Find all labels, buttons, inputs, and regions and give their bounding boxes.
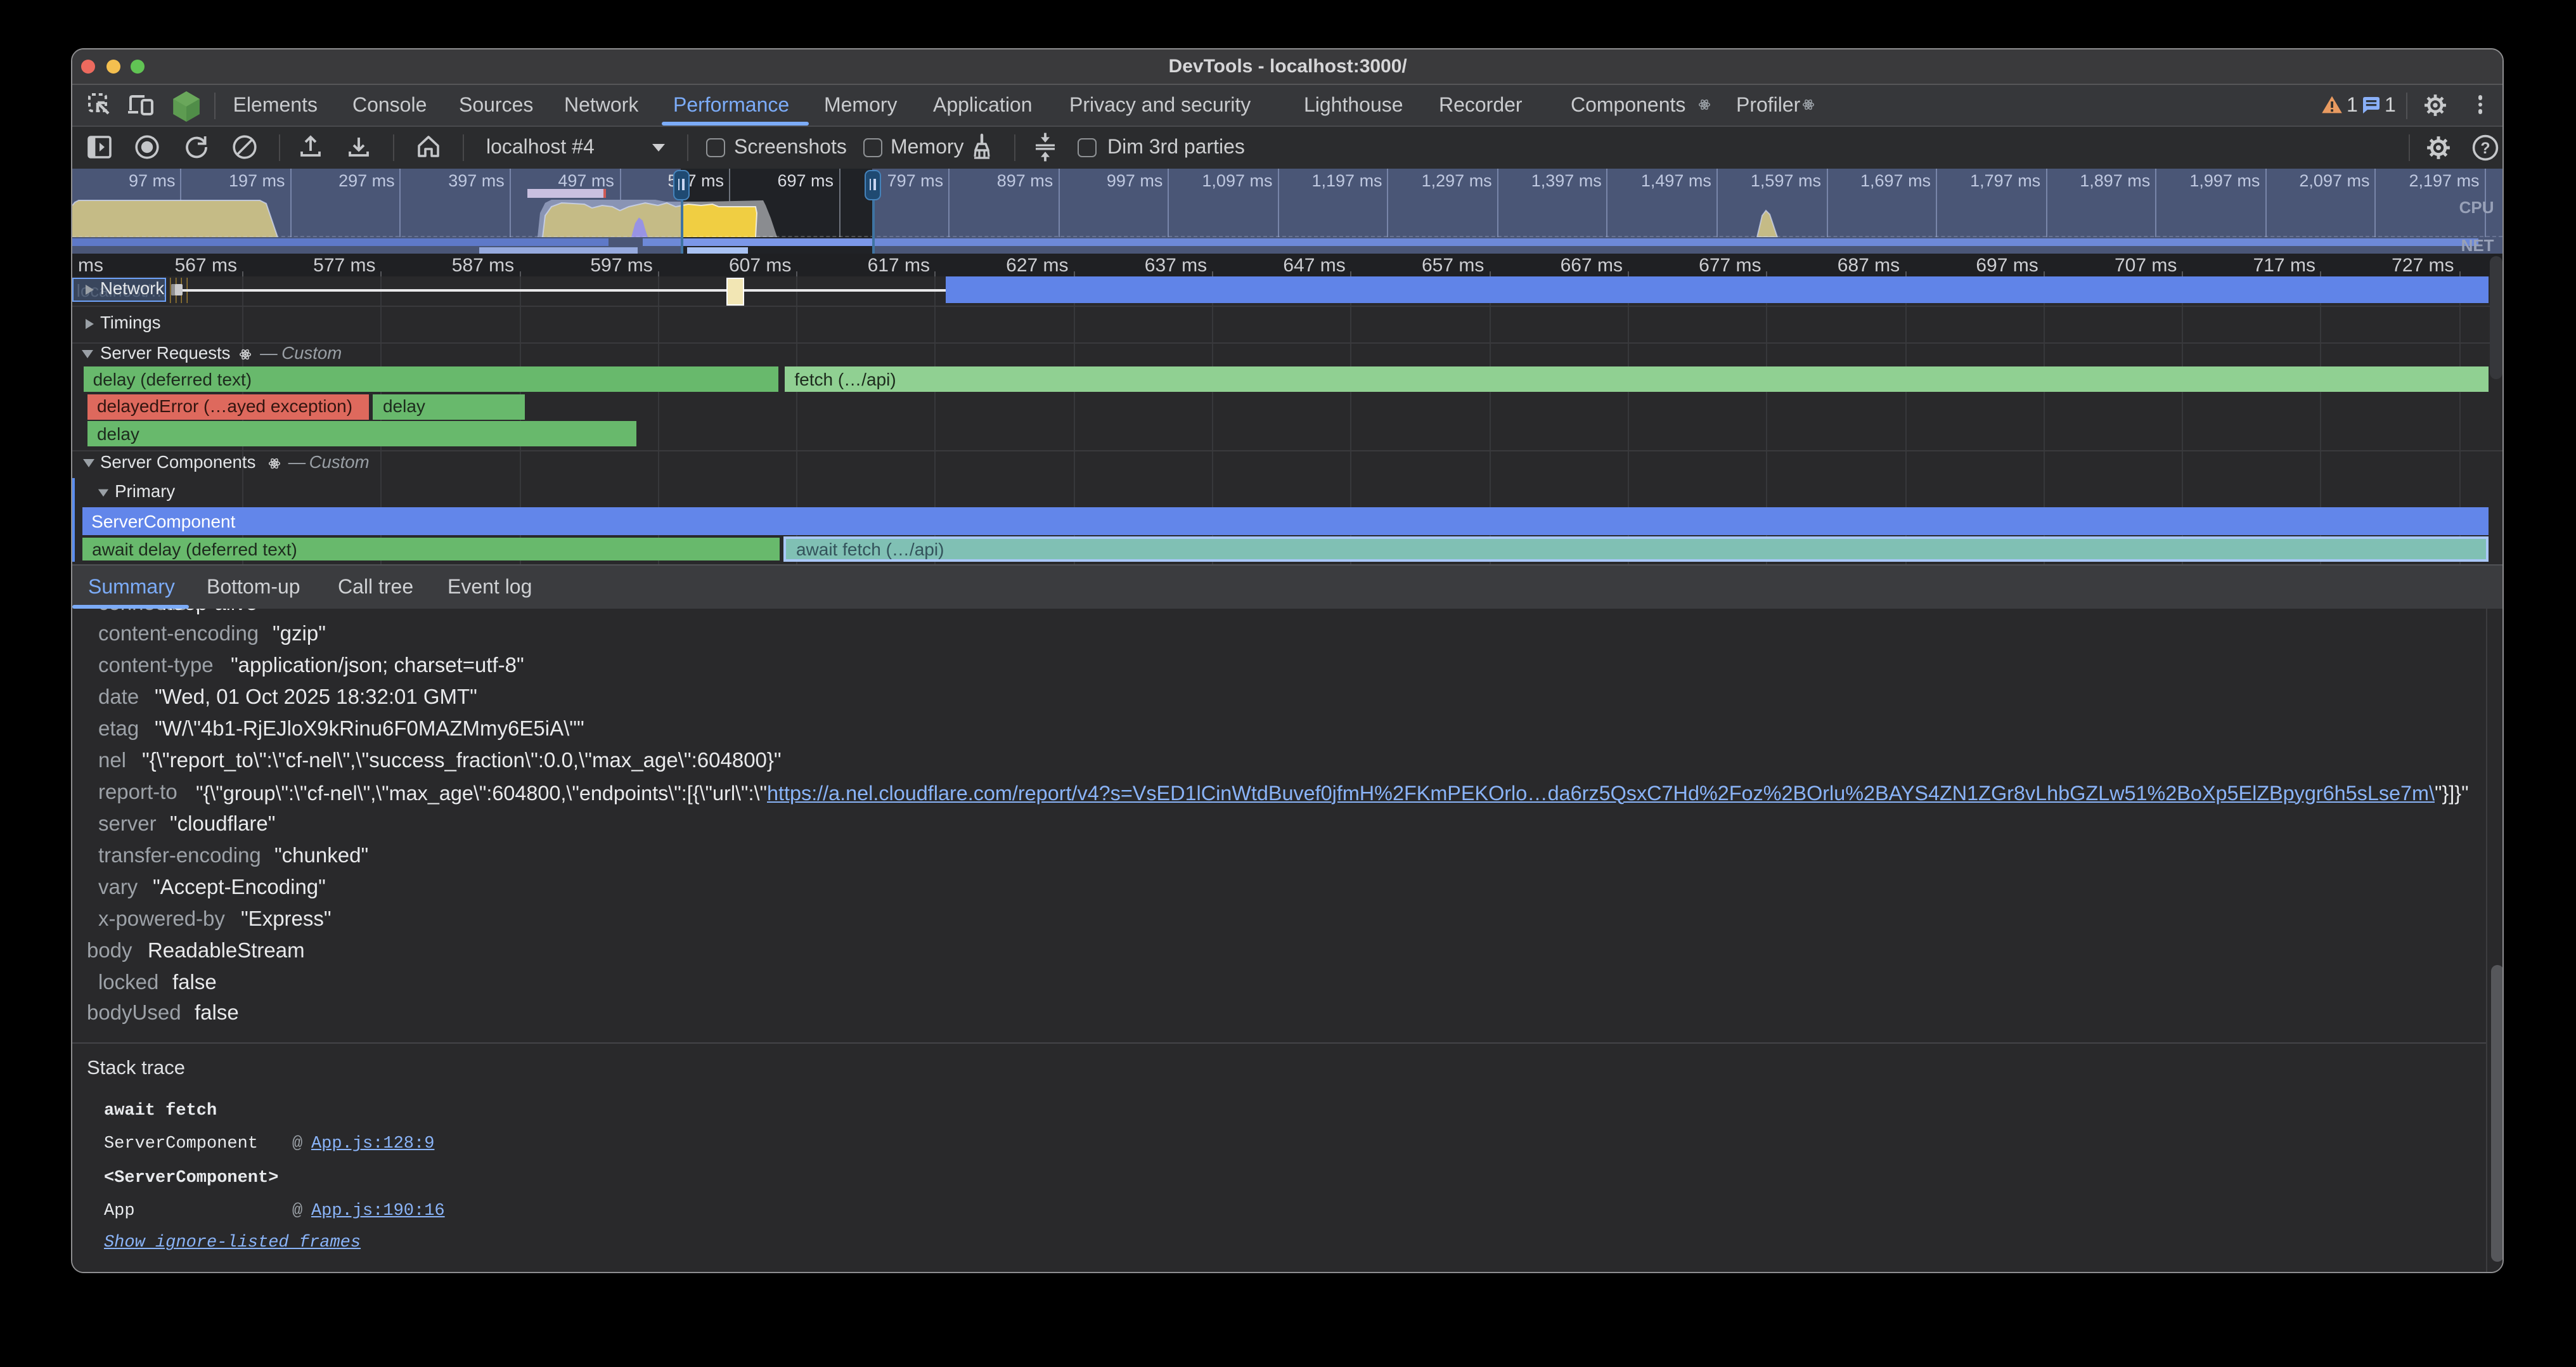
svg-text:?: ? xyxy=(2480,139,2490,157)
